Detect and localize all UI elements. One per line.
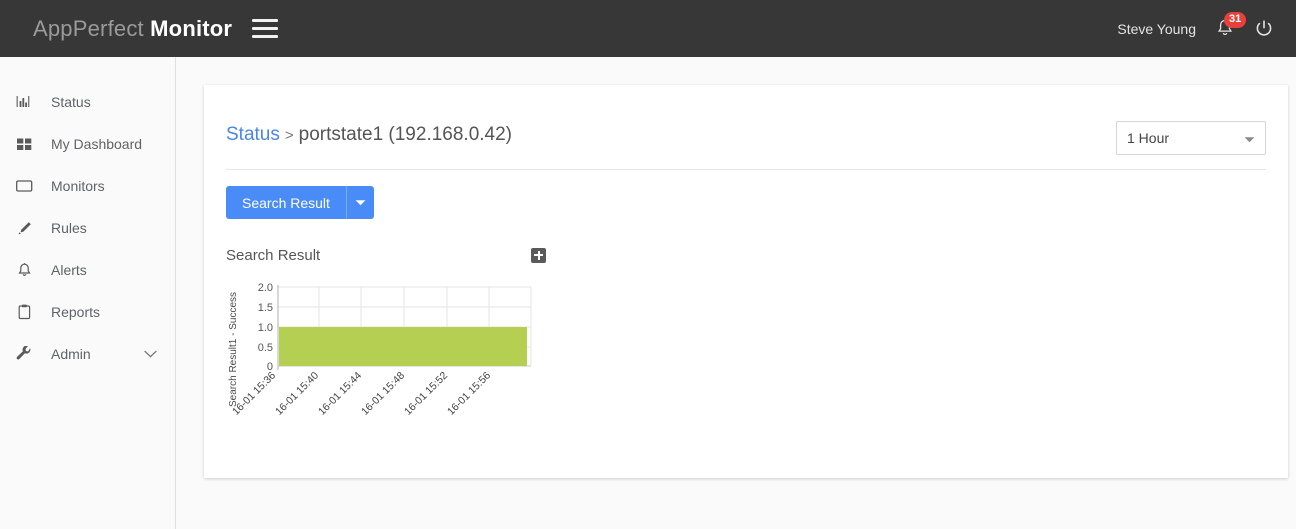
- chart-y-tick: 1.5: [258, 302, 273, 314]
- chart-area-series: [279, 327, 527, 366]
- brand-name-light: AppPerfect: [33, 15, 144, 41]
- sidebar-item-label: Reports: [51, 304, 101, 320]
- sidebar-item-reports[interactable]: Reports: [0, 291, 175, 333]
- breadcrumb-link-status[interactable]: Status: [226, 124, 280, 145]
- chart-y-axis-label: Search Result1 - Success: [228, 292, 239, 407]
- chart-y-tick: 1.0: [258, 322, 273, 334]
- sidebar-item-label: Monitors: [51, 178, 105, 194]
- sidebar-item-rules[interactable]: Rules: [0, 207, 175, 249]
- hamburger-bar: [252, 35, 279, 38]
- monitor-icon: [13, 176, 35, 196]
- status-detail-card: Status > portstate1 (192.168.0.42) 1 Hour …: [204, 85, 1288, 478]
- chart-y-tick: 2.0: [258, 282, 273, 294]
- chart-x-tick: 16-01 15:44: [316, 370, 364, 418]
- time-range-select[interactable]: 1 Hour: [1116, 121, 1266, 155]
- chart-x-tick: 16-01 15:56: [445, 370, 493, 418]
- notifications-button[interactable]: 31: [1214, 11, 1247, 42]
- sidebar-item-admin[interactable]: Admin: [0, 333, 175, 375]
- sidebar-item-label: Admin: [51, 346, 91, 362]
- user-name-label[interactable]: Steve Young: [1117, 21, 1196, 37]
- bar-chart-icon: [13, 92, 35, 112]
- header-actions: Steve Young 31: [1117, 11, 1274, 42]
- grid-icon: [13, 134, 35, 154]
- app-logo[interactable]: AppPerfect Monitor: [33, 16, 232, 42]
- plus-square-icon[interactable]: [531, 247, 546, 263]
- sidebar-item-status[interactable]: Status: [0, 81, 175, 123]
- sidebar-item-label: My Dashboard: [51, 136, 143, 152]
- card-header: Status > portstate1 (192.168.0.42) 1 Hour: [204, 85, 1288, 155]
- chart-x-tick: 16-01 15:48: [359, 370, 407, 418]
- breadcrumb-current-monitor: portstate1 (192.168.0.42): [298, 124, 513, 145]
- hamburger-bar: [252, 27, 279, 30]
- chart-x-tick: 16-01 15:40: [273, 370, 321, 418]
- chart-svg: Search Result1 - Success 2.0 1.5 1.0 0.5…: [228, 282, 532, 418]
- header-divider: [226, 169, 1266, 170]
- left-sidebar: Status My Dashboard Monitors Rules Alert…: [0, 57, 176, 529]
- hamburger-bar: [252, 19, 279, 22]
- chart-x-tick-labels: 16-01 15:36 16-01 15:40 16-01 15:44 16-0…: [230, 370, 493, 418]
- bell-icon: [13, 260, 35, 280]
- power-icon: [1256, 19, 1272, 36]
- breadcrumb-separator: >: [284, 127, 294, 144]
- sidebar-item-label: Status: [51, 94, 91, 110]
- brand-name-bold: Monitor: [150, 15, 233, 41]
- top-header-bar: AppPerfect Monitor Steve Young 31: [0, 0, 1296, 57]
- search-result-dropdown-toggle[interactable]: [345, 186, 374, 219]
- sidebar-item-monitors[interactable]: Monitors: [0, 165, 175, 207]
- search-result-button[interactable]: Search Result: [226, 186, 346, 219]
- chart-y-tick-labels: 2.0 1.5 1.0 0.5 0: [258, 282, 273, 373]
- main-content-area: Status > portstate1 (192.168.0.42) 1 Hour …: [176, 57, 1296, 529]
- power-button[interactable]: [1254, 18, 1274, 40]
- chart-panel-title: Search Result: [226, 246, 321, 264]
- chart-panel-header: Search Result: [226, 243, 546, 267]
- chevron-down-icon: [355, 200, 366, 206]
- search-result-split-button: Search Result: [226, 186, 374, 219]
- notification-count-badge: 31: [1224, 11, 1247, 28]
- sidebar-item-my-dashboard[interactable]: My Dashboard: [0, 123, 175, 165]
- breadcrumb: Status > portstate1 (192.168.0.42): [226, 121, 512, 150]
- hamburger-icon[interactable]: [252, 18, 279, 40]
- sidebar-item-label: Alerts: [51, 262, 87, 278]
- chevron-down-icon[interactable]: [144, 345, 157, 363]
- clipboard-icon: [13, 302, 35, 322]
- wrench-icon: [13, 344, 35, 364]
- sidebar-item-label: Rules: [51, 220, 87, 236]
- search-result-chart: Search Result1 - Success 2.0 1.5 1.0 0.5…: [226, 275, 546, 450]
- chevron-down-icon: [1244, 130, 1255, 146]
- sidebar-item-alerts[interactable]: Alerts: [0, 249, 175, 291]
- chart-x-tick: 16-01 15:52: [402, 370, 450, 418]
- pencil-icon: [13, 218, 35, 238]
- time-range-value: 1 Hour: [1127, 130, 1170, 146]
- search-result-chart-panel: Search Result Search Result1 - Success 2…: [226, 243, 546, 450]
- chart-y-tick: 0.5: [258, 342, 273, 354]
